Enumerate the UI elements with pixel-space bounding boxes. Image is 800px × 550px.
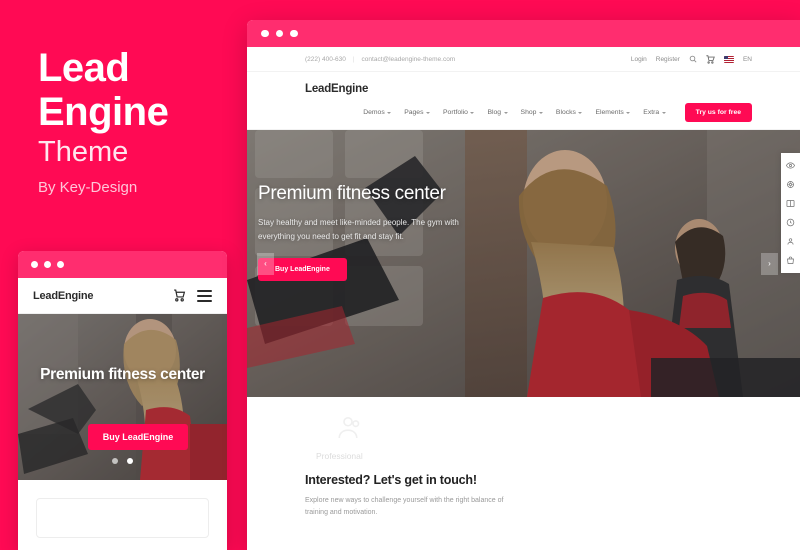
email-address[interactable]: contact@leadengine-theme.com bbox=[362, 56, 456, 63]
nav-label: Blog bbox=[487, 109, 502, 116]
chevron-down-icon bbox=[503, 111, 508, 114]
search-icon[interactable] bbox=[689, 55, 697, 63]
nav-item-blocks[interactable]: Blocks bbox=[556, 109, 583, 116]
chevron-down-icon bbox=[470, 111, 475, 114]
nav-label: Portfolio bbox=[443, 109, 468, 116]
brand-logo[interactable]: LeadEngine bbox=[305, 83, 752, 95]
nav-item-shop[interactable]: Shop bbox=[521, 109, 543, 116]
browser-titlebar bbox=[247, 20, 800, 47]
contact-section: Professional Interested? Let's get in to… bbox=[247, 397, 800, 550]
chevron-down-icon bbox=[426, 111, 430, 114]
book-icon[interactable] bbox=[783, 196, 798, 211]
nav-label: Blocks bbox=[555, 109, 576, 116]
nav-item-pages[interactable]: Pages bbox=[404, 109, 430, 116]
hero-description: Stay healthy and meet like-minded people… bbox=[258, 218, 459, 241]
window-dot-minimize[interactable] bbox=[275, 29, 283, 38]
screenshot-root: Lead Engine Theme By Key-Design LeadEngi… bbox=[0, 0, 800, 550]
section-title: Interested? Let's get in touch! bbox=[305, 473, 477, 487]
section-description: Explore new ways to challenge yourself w… bbox=[305, 497, 504, 516]
window-dot-minimize[interactable] bbox=[44, 261, 51, 268]
topbar-separator: | bbox=[352, 55, 355, 63]
chevron-down-icon bbox=[538, 111, 543, 114]
chevron-down-icon bbox=[578, 111, 583, 114]
nav-item-portfolio[interactable]: Portfolio bbox=[443, 109, 475, 116]
topbar-account: Login Register EN bbox=[631, 54, 752, 64]
nav-item-blog[interactable]: Blog bbox=[487, 109, 508, 116]
window-dot-maximize[interactable] bbox=[290, 29, 298, 38]
promo-title-line1: Lead bbox=[38, 46, 130, 90]
chevron-down-icon bbox=[661, 111, 666, 114]
main-menu: Demos Pages Portfolio Blog Shop Blocks E… bbox=[305, 103, 752, 122]
mobile-hero-title: Premium fitness center bbox=[40, 366, 205, 383]
window-dot-close[interactable] bbox=[31, 261, 38, 268]
carousel-dot-1[interactable] bbox=[112, 458, 118, 464]
mobile-brand-logo[interactable]: LeadEngine bbox=[33, 290, 94, 302]
professional-label: Professional bbox=[316, 451, 363, 461]
phone-number[interactable]: (222) 400-630 bbox=[305, 56, 346, 63]
nav-item-demos[interactable]: Demos bbox=[363, 109, 392, 116]
mobile-titlebar bbox=[18, 251, 227, 278]
hero-copy: Premium fitness center Stay healthy and … bbox=[258, 182, 488, 281]
hero-title: Premium fitness center bbox=[258, 183, 446, 204]
mobile-content-area bbox=[18, 480, 227, 550]
window-dot-maximize[interactable] bbox=[57, 261, 64, 268]
eye-icon[interactable] bbox=[783, 158, 798, 173]
promo-subtitle: Theme bbox=[38, 136, 129, 168]
nav-label: Demos bbox=[363, 109, 385, 116]
promo-byline: By Key-Design bbox=[38, 179, 138, 196]
bag-icon[interactable] bbox=[783, 253, 798, 268]
hamburger-icon[interactable] bbox=[197, 289, 212, 302]
us-flag-icon[interactable] bbox=[723, 55, 734, 63]
clock-icon[interactable] bbox=[783, 215, 798, 230]
gear-icon[interactable] bbox=[783, 177, 798, 192]
mobile-nav-icons bbox=[173, 289, 212, 302]
chevron-down-icon bbox=[387, 111, 392, 114]
topbar-contact: (222) 400-630 | contact@leadengine-theme… bbox=[305, 56, 455, 63]
nav-label: Extra bbox=[643, 109, 660, 116]
mobile-carousel-dots bbox=[18, 458, 227, 464]
desktop-browser-mockup: (222) 400-630 | contact@leadengine-theme… bbox=[247, 20, 800, 550]
nav-item-elements[interactable]: Elements bbox=[595, 109, 631, 116]
chevron-down-icon bbox=[626, 111, 631, 114]
register-link[interactable]: Register bbox=[656, 56, 680, 63]
professional-people-icon bbox=[333, 413, 363, 448]
login-link[interactable]: Login bbox=[631, 56, 647, 63]
site-topbar: (222) 400-630 | contact@leadengine-theme… bbox=[247, 47, 800, 72]
side-toolbar bbox=[781, 153, 800, 273]
carousel-dot-2[interactable] bbox=[127, 458, 133, 464]
mobile-buy-button[interactable]: Buy LeadEngine bbox=[88, 424, 188, 450]
mobile-input-card[interactable] bbox=[36, 498, 209, 538]
promo-panel: Lead Engine Theme By Key-Design LeadEngi… bbox=[0, 0, 245, 550]
window-dot-close[interactable] bbox=[261, 29, 269, 38]
carousel-next-arrow[interactable]: › bbox=[761, 252, 778, 275]
nav-label: Pages bbox=[404, 109, 424, 116]
try-free-button[interactable]: Try us for free bbox=[684, 103, 752, 122]
promo-title-line2: Engine bbox=[38, 90, 169, 134]
nav-label: Elements bbox=[595, 109, 624, 116]
cart-icon[interactable] bbox=[706, 54, 715, 64]
cart-icon[interactable] bbox=[173, 289, 186, 302]
mobile-navbar: LeadEngine bbox=[18, 278, 227, 314]
carousel-prev-arrow[interactable]: ‹ bbox=[257, 252, 274, 275]
language-label[interactable]: EN bbox=[743, 56, 752, 63]
mobile-hero-photo bbox=[18, 314, 227, 480]
mobile-mockup: LeadEngine Premium fitness center Buy Le… bbox=[18, 251, 227, 550]
nav-label: Shop bbox=[520, 109, 537, 116]
hero-slider: Premium fitness center Stay healthy and … bbox=[247, 130, 800, 397]
site-navbar: LeadEngine Demos Pages Portfolio Blog Sh… bbox=[247, 72, 800, 130]
mobile-hero-slider: Premium fitness center Buy LeadEngine bbox=[18, 314, 227, 480]
nav-item-extra[interactable]: Extra bbox=[643, 109, 666, 116]
people-icon[interactable] bbox=[783, 234, 798, 249]
page-title: Lead Engine bbox=[38, 46, 169, 134]
